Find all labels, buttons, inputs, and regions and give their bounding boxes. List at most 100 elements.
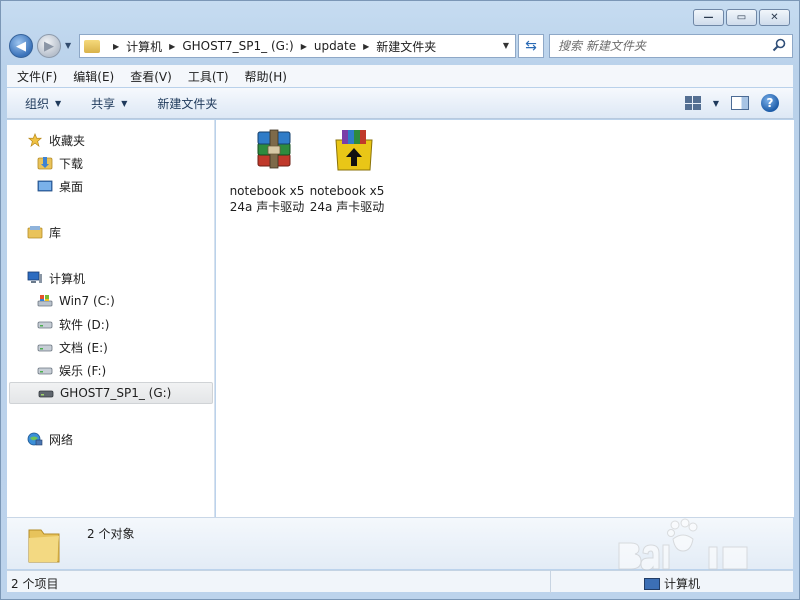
forward-button[interactable]: ▶ [37, 34, 61, 58]
change-view-icon[interactable] [684, 96, 701, 110]
file-item[interactable]: notebook x524a 声卡驱动 [229, 126, 305, 215]
drive-icon [37, 344, 53, 352]
back-button[interactable]: ◀ [9, 34, 33, 58]
nav-item-downloads[interactable]: 下载 [7, 152, 213, 174]
file-name: notebook x524a 声卡驱动 [229, 184, 305, 214]
desktop-icon [37, 180, 53, 192]
view-controls: ▼ ? [684, 94, 779, 112]
drive-icon [37, 321, 53, 329]
status-location: 计算机 [644, 575, 700, 592]
nav-label: 娱乐 (F:) [59, 363, 107, 378]
navigation-pane: 收藏夹 下载 桌面 库 计算机 Win7 (C:) 软件 (D:) 文档 (E:… [7, 120, 215, 517]
menu-edit[interactable]: 编辑(E) [73, 68, 114, 85]
search-icon[interactable] [772, 38, 786, 52]
close-icon: ✕ [770, 11, 779, 23]
nav-label: 文档 (E:) [59, 340, 108, 355]
details-pane: 2 个对象 [7, 517, 793, 569]
nav-label: 计算机 [49, 271, 86, 286]
file-item[interactable]: notebook x524a 声卡驱动 [309, 126, 385, 215]
chevron-down-icon: ▼ [121, 98, 128, 108]
nav-item-drive-g[interactable]: GHOST7_SP1_ (G:) [9, 382, 213, 404]
menu-help[interactable]: 帮助(H) [245, 68, 287, 85]
nav-label: GHOST7_SP1_ (G:) [60, 386, 172, 400]
chevron-right-icon[interactable]: ▶ [301, 42, 307, 51]
network-icon [27, 432, 43, 446]
minimize-icon: — [703, 11, 714, 23]
nav-label: Win7 (C:) [59, 294, 115, 308]
file-list: notebook x524a 声卡驱动 notebook x524a 声卡驱动 [216, 120, 794, 517]
status-location-label: 计算机 [664, 577, 701, 591]
arrow-left-icon: ◀ [16, 38, 26, 54]
preview-pane-icon[interactable] [731, 96, 749, 110]
status-divider [550, 571, 551, 593]
address-bar[interactable]: ▶ 计算机 ▶ GHOST7_SP1_ (G:) ▶ update ▶ 新建文件… [79, 34, 516, 58]
minimize-button[interactable]: — [693, 9, 724, 26]
library-icon [27, 226, 43, 239]
status-bar: 2 个项目 计算机 [7, 570, 793, 593]
nav-item-desktop[interactable]: 桌面 [7, 175, 213, 197]
nav-item-libraries[interactable]: 库 [7, 221, 213, 243]
nav-item-drive-d[interactable]: 软件 (D:) [7, 313, 213, 335]
computer-icon [644, 577, 660, 590]
nav-label: 软件 (D:) [59, 317, 110, 332]
nav-item-drive-e[interactable]: 文档 (E:) [7, 336, 213, 358]
drive-icon [38, 390, 54, 398]
menu-file[interactable]: 文件(F) [17, 68, 57, 85]
nav-label: 库 [49, 225, 62, 240]
chevron-right-icon[interactable]: ▶ [113, 42, 119, 51]
search-input[interactable] [558, 39, 758, 53]
nav-item-network[interactable]: 网络 [7, 428, 213, 450]
breadcrumb-computer[interactable]: 计算机 [126, 38, 162, 55]
view-dropdown-icon[interactable]: ▼ [713, 99, 719, 108]
caption-buttons: — ▭ ✕ [693, 9, 790, 26]
navigation-row: ◀ ▶ ▼ ▶ 计算机 ▶ GHOST7_SP1_ (G:) ▶ update … [9, 33, 793, 59]
folder-icon [28, 529, 60, 563]
item-count: 2 个项目 [11, 577, 59, 591]
nav-label: 下载 [59, 156, 84, 171]
file-name: notebook x524a 声卡驱动 [309, 184, 385, 214]
share-button[interactable]: 共享 ▼ [91, 95, 127, 112]
share-label: 共享 [91, 96, 116, 111]
nav-item-drive-f[interactable]: 娱乐 (F:) [7, 359, 213, 381]
selection-count: 2 个对象 [87, 527, 135, 541]
new-folder-label: 新建文件夹 [157, 96, 218, 111]
organize-button[interactable]: 组织 ▼ [25, 95, 61, 112]
organize-label: 组织 [25, 96, 50, 111]
chevron-down-icon: ▼ [55, 98, 62, 108]
refresh-icon: ⇆ [525, 38, 537, 54]
windows-drive-icon [37, 295, 53, 307]
explorer-window: — ▭ ✕ ◀ ▶ ▼ ▶ 计算机 ▶ GHOST7_SP1_ (G:) ▶ u… [0, 0, 800, 600]
breadcrumb-new-folder[interactable]: 新建文件夹 [376, 38, 436, 55]
refresh-button[interactable]: ⇆ [518, 34, 544, 58]
menu-tools[interactable]: 工具(T) [188, 68, 229, 85]
drive-icon [37, 367, 53, 375]
breadcrumb-drive-g[interactable]: GHOST7_SP1_ (G:) [182, 39, 293, 53]
address-dropdown-icon[interactable]: ▼ [503, 41, 509, 50]
recent-pages-dropdown-icon[interactable]: ▼ [65, 41, 71, 50]
menu-view[interactable]: 查看(V) [130, 68, 172, 85]
close-button[interactable]: ✕ [759, 9, 790, 26]
breadcrumb-update[interactable]: update [314, 39, 356, 53]
chevron-right-icon[interactable]: ▶ [363, 42, 369, 51]
chevron-right-icon[interactable]: ▶ [169, 42, 175, 51]
arrow-right-icon: ▶ [44, 38, 54, 54]
winrar-archive-icon [257, 129, 291, 169]
nav-label: 网络 [49, 432, 74, 447]
nav-item-favorites[interactable]: 收藏夹 [7, 129, 213, 151]
maximize-button[interactable]: ▭ [726, 9, 757, 26]
computer-icon [27, 271, 42, 283]
nav-label: 桌面 [59, 179, 84, 194]
folder-icon [84, 39, 100, 53]
help-icon[interactable]: ? [761, 94, 779, 112]
menu-bar: 文件(F) 编辑(E) 查看(V) 工具(T) 帮助(H) [7, 65, 793, 87]
search-box[interactable] [549, 34, 793, 58]
nav-item-computer[interactable]: 计算机 [7, 267, 213, 289]
winrar-sfx-icon [335, 130, 373, 171]
maximize-icon: ▭ [736, 11, 747, 23]
command-bar: 组织 ▼ 共享 ▼ 新建文件夹 ▼ ? [7, 88, 793, 119]
nav-label: 收藏夹 [49, 133, 86, 148]
new-folder-button[interactable]: 新建文件夹 [157, 95, 217, 112]
downloads-folder-icon [37, 157, 53, 170]
star-icon [27, 133, 43, 147]
nav-item-drive-c[interactable]: Win7 (C:) [7, 290, 213, 312]
